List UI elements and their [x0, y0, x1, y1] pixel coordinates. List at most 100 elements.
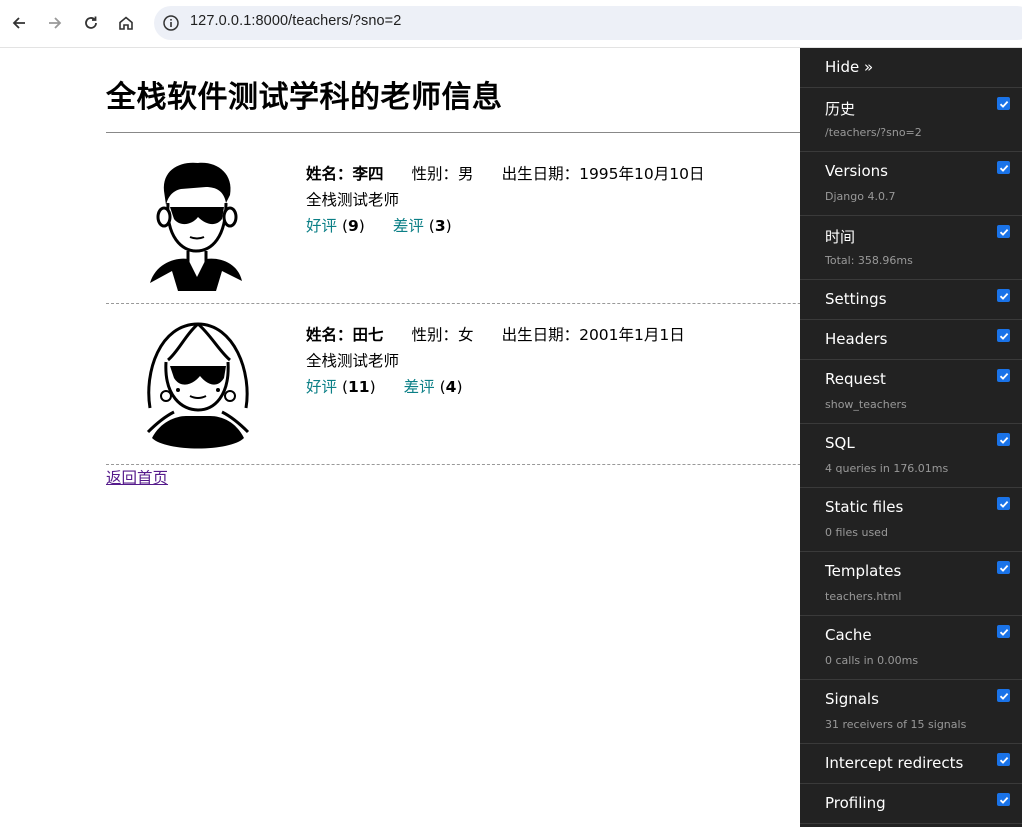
checkmark-icon	[999, 436, 1008, 444]
debug-panel-item[interactable]: Headers	[800, 320, 1022, 360]
debug-panel-item[interactable]: Signals 31 receivers of 15 signals	[800, 680, 1022, 744]
debug-panel-subtitle: 4 queries in 176.01ms	[825, 462, 949, 475]
bad-review-count: 3	[434, 217, 446, 235]
checkmark-icon	[999, 628, 1008, 636]
checkmark-icon	[999, 756, 1008, 764]
panel-checkbox[interactable]	[997, 689, 1010, 702]
debug-panel-item[interactable]: Settings	[800, 280, 1022, 320]
debug-panel-subtitle: 0 calls in 0.00ms	[825, 654, 919, 667]
bad-review-link[interactable]: 差评	[393, 217, 424, 235]
panel-checkbox[interactable]	[997, 753, 1010, 766]
debug-panel-item[interactable]: SQL 4 queries in 176.01ms	[800, 424, 1022, 488]
teacher-name: 田七	[352, 326, 384, 344]
checkmark-icon	[999, 100, 1008, 108]
birth-label: 出生日期：	[501, 165, 580, 183]
page-title: 全栈软件测试学科的老师信息	[106, 80, 503, 115]
teacher-basic-line: 姓名：田七 性别：女 出生日期：2001年1月1日	[306, 322, 685, 348]
panel-checkbox[interactable]	[997, 625, 1010, 638]
name-label: 姓名：	[306, 165, 353, 183]
back-arrow-icon[interactable]	[6, 10, 32, 36]
teacher-reviews: 好评 (9) 差评 (3)	[306, 217, 452, 235]
checkmark-icon	[999, 564, 1008, 572]
gender-label: 性别：	[411, 326, 459, 344]
panel-checkbox[interactable]	[997, 97, 1010, 110]
gender-label: 性别：	[411, 165, 459, 183]
hide-toolbar-button[interactable]: Hide »	[800, 48, 1022, 88]
debug-panel-item[interactable]: Templates teachers.html	[800, 552, 1022, 616]
teacher-info: 姓名：李四 性别：男 出生日期：1995年10月10日 全栈测试老师 好评 (9) 差…	[306, 161, 704, 239]
reload-icon[interactable]	[78, 10, 104, 36]
debug-panel-title[interactable]: Settings	[825, 290, 887, 308]
debug-panel-item[interactable]: 时间 Total: 358.96ms	[800, 216, 1022, 280]
panel-checkbox[interactable]	[997, 793, 1010, 806]
browser-toolbar: 127.0.0.1:8000/teachers/?sno=2	[0, 0, 1022, 48]
debug-panel-title[interactable]: Headers	[825, 330, 887, 348]
debug-panel-title[interactable]: 时间	[825, 226, 855, 247]
debug-panel-subtitle: 31 receivers of 15 signals	[825, 718, 967, 731]
panel-checkbox[interactable]	[997, 369, 1010, 382]
debug-panel-subtitle: /teachers/?sno=2	[825, 126, 922, 139]
teacher-avatar-male	[126, 151, 266, 291]
good-review-count: 9	[348, 217, 359, 235]
debug-panel-title[interactable]: Signals	[825, 690, 879, 708]
url-text[interactable]: 127.0.0.1:8000/teachers/?sno=2	[190, 13, 401, 29]
debug-panel-list: 历史/teachers/?sno=2 Versions Django 4.0.7 时间…	[800, 88, 1022, 824]
checkmark-icon	[999, 164, 1008, 172]
panel-checkbox[interactable]	[997, 561, 1010, 574]
panel-checkbox[interactable]	[997, 289, 1010, 302]
checkmark-icon	[999, 500, 1008, 508]
debug-panel-item[interactable]: Static files 0 files used	[800, 488, 1022, 552]
debug-panel-title[interactable]: Request	[825, 370, 886, 388]
teacher-info: 姓名：田七 性别：女 出生日期：2001年1月1日 全栈测试老师 好评 (11) 差评…	[306, 322, 685, 400]
panel-checkbox[interactable]	[997, 433, 1010, 446]
checkmark-icon	[999, 292, 1008, 300]
home-icon[interactable]	[113, 10, 139, 36]
title-divider	[106, 132, 906, 133]
checkmark-icon	[999, 796, 1008, 804]
debug-panel-item[interactable]: Intercept redirects	[800, 744, 1022, 784]
debug-panel-title[interactable]: Intercept redirects	[825, 754, 963, 772]
teacher-gender: 女	[458, 326, 474, 344]
panel-checkbox[interactable]	[997, 161, 1010, 174]
debug-panel-item[interactable]: Versions Django 4.0.7	[800, 152, 1022, 216]
good-review-link[interactable]: 好评	[306, 217, 337, 235]
teacher-card: 姓名：田七 性别：女 出生日期：2001年1月1日 全栈测试老师 好评 (11) 差评…	[106, 304, 906, 465]
debug-panel-title[interactable]: Static files	[825, 498, 903, 516]
forward-arrow-icon[interactable]	[42, 10, 68, 36]
teacher-basic-line: 姓名：李四 性别：男 出生日期：1995年10月10日	[306, 161, 704, 187]
debug-panel-title[interactable]: Profiling	[825, 794, 886, 812]
debug-panel-title[interactable]: Versions	[825, 162, 888, 180]
debug-panel-title[interactable]: Cache	[825, 626, 872, 644]
panel-checkbox[interactable]	[997, 497, 1010, 510]
teacher-reviews: 好评 (11) 差评 (4)	[306, 378, 463, 396]
teacher-intro: 全栈测试老师	[306, 352, 400, 370]
debug-panel-item[interactable]: Request show_teachers	[800, 360, 1022, 424]
debug-toolbar: Hide » 历史/teachers/?sno=2 Versions Django …	[800, 48, 1022, 827]
address-bar[interactable]: 127.0.0.1:8000/teachers/?sno=2	[154, 6, 1022, 40]
teacher-card: 姓名：李四 性别：男 出生日期：1995年10月10日 全栈测试老师 好评 (9) 差…	[106, 143, 906, 304]
teacher-gender: 男	[458, 165, 474, 183]
bad-review-link[interactable]: 差评	[404, 378, 435, 396]
good-review-link[interactable]: 好评	[306, 378, 337, 396]
panel-checkbox[interactable]	[997, 225, 1010, 238]
teacher-name: 李四	[352, 165, 384, 183]
back-home-link[interactable]: 返回首页	[106, 466, 168, 488]
checkmark-icon	[999, 372, 1008, 380]
debug-panel-subtitle: Django 4.0.7	[825, 190, 896, 203]
debug-panel-subtitle: teachers.html	[825, 590, 902, 603]
site-info-icon[interactable]	[162, 14, 180, 32]
teacher-birth: 2001年1月1日	[579, 326, 685, 344]
debug-panel-subtitle: Total: 358.96ms	[825, 254, 913, 267]
debug-panel-item[interactable]: 历史/teachers/?sno=2	[800, 88, 1022, 152]
panel-checkbox[interactable]	[997, 329, 1010, 342]
checkmark-icon	[999, 692, 1008, 700]
debug-panel-title[interactable]: SQL	[825, 434, 855, 452]
bad-review-count: 4	[445, 378, 457, 396]
teacher-birth: 1995年10月10日	[579, 165, 705, 183]
debug-panel-subtitle: show_teachers	[825, 398, 907, 411]
checkmark-icon	[999, 332, 1008, 340]
debug-panel-item[interactable]: Cache 0 calls in 0.00ms	[800, 616, 1022, 680]
debug-panel-item[interactable]: Profiling	[800, 784, 1022, 824]
debug-panel-title[interactable]: Templates	[825, 562, 901, 580]
debug-panel-title[interactable]: 历史	[825, 98, 855, 119]
